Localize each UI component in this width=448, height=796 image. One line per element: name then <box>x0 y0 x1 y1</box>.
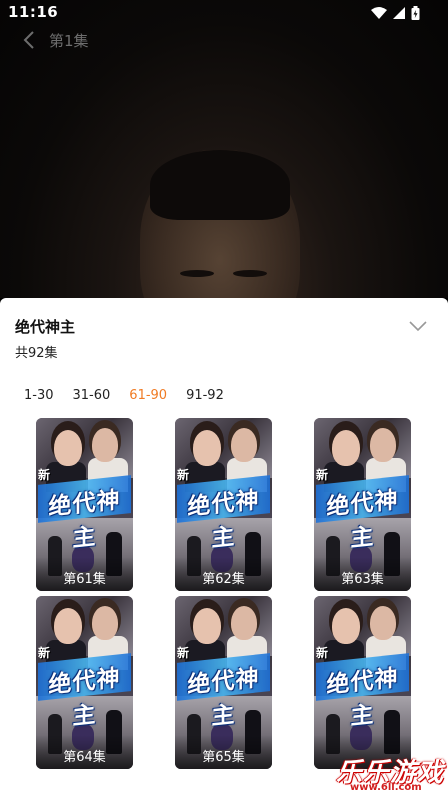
thumb-face <box>231 606 257 640</box>
episode-range-tabs: 1-30 31-60 61-90 91-92 <box>24 388 224 403</box>
episode-card[interactable]: 绝代神主 新第64集 <box>36 596 133 769</box>
status-icons <box>371 6 420 20</box>
thumb-new-tag: 新 <box>316 468 329 482</box>
video-frame-eye-right <box>233 270 267 277</box>
thumb-face <box>370 606 396 640</box>
episode-label: 第65集 <box>202 750 245 765</box>
thumb-title-logo: 绝代神主 <box>326 665 399 731</box>
thumb-face <box>332 608 360 644</box>
thumb-face <box>231 428 257 462</box>
episode-card[interactable]: 绝代神主 新第61集 <box>36 418 133 591</box>
thumb-face <box>370 428 396 462</box>
thumb-title-logo: 绝代神主 <box>326 487 399 553</box>
video-frame-hair <box>150 150 290 220</box>
thumb-face <box>92 428 118 462</box>
signal-icon <box>393 7 405 19</box>
thumb-face <box>54 608 82 644</box>
tab-91-92[interactable]: 91-92 <box>186 388 224 403</box>
thumb-new-tag: 新 <box>177 468 190 482</box>
thumb-face <box>193 430 221 466</box>
player-top-bar: 第1集 <box>0 26 448 56</box>
thumb-face <box>54 430 82 466</box>
status-bar: 11:16 <box>0 0 448 26</box>
thumb-title-logo: 绝代神主 <box>187 487 260 553</box>
episode-count: 共92集 <box>15 346 58 361</box>
chevron-left-icon[interactable] <box>18 28 42 52</box>
thumb-title-logo: 绝代神主 <box>187 665 260 731</box>
site-watermark-logo: 乐乐游戏 www.6ll.com <box>336 752 448 796</box>
episode-label: 第63集 <box>341 572 384 587</box>
thumb-new-tag: 新 <box>38 646 51 660</box>
status-time: 11:16 <box>8 3 59 21</box>
episode-card[interactable]: 绝代神主 新 <box>314 596 411 769</box>
watermark-url: www.6ll.com <box>350 782 422 793</box>
chevron-down-icon[interactable] <box>408 319 428 333</box>
episode-card[interactable]: 绝代神主 新第65集 <box>175 596 272 769</box>
tab-31-60[interactable]: 31-60 <box>73 388 111 403</box>
thumb-title-logo: 绝代神主 <box>48 665 121 731</box>
tab-1-30[interactable]: 1-30 <box>24 388 54 403</box>
video-frame-eye-left <box>180 270 214 277</box>
episode-title: 第1集 <box>49 32 89 50</box>
thumb-face <box>92 606 118 640</box>
wifi-icon <box>371 7 387 19</box>
thumb-face <box>332 430 360 466</box>
battery-icon <box>411 6 420 20</box>
episode-card[interactable]: 绝代神主 新第62集 <box>175 418 272 591</box>
thumb-title-logo: 绝代神主 <box>48 487 121 553</box>
thumb-new-tag: 新 <box>38 468 51 482</box>
tab-61-90[interactable]: 61-90 <box>129 388 167 403</box>
episode-label: 第64集 <box>63 750 106 765</box>
episode-label: 第62集 <box>202 572 245 587</box>
thumb-new-tag: 新 <box>177 646 190 660</box>
episode-label: 第61集 <box>63 572 106 587</box>
thumb-face <box>193 608 221 644</box>
drama-title: 绝代神主 <box>15 318 76 336</box>
thumb-new-tag: 新 <box>316 646 329 660</box>
episode-card[interactable]: 绝代神主 新第63集 <box>314 418 411 591</box>
